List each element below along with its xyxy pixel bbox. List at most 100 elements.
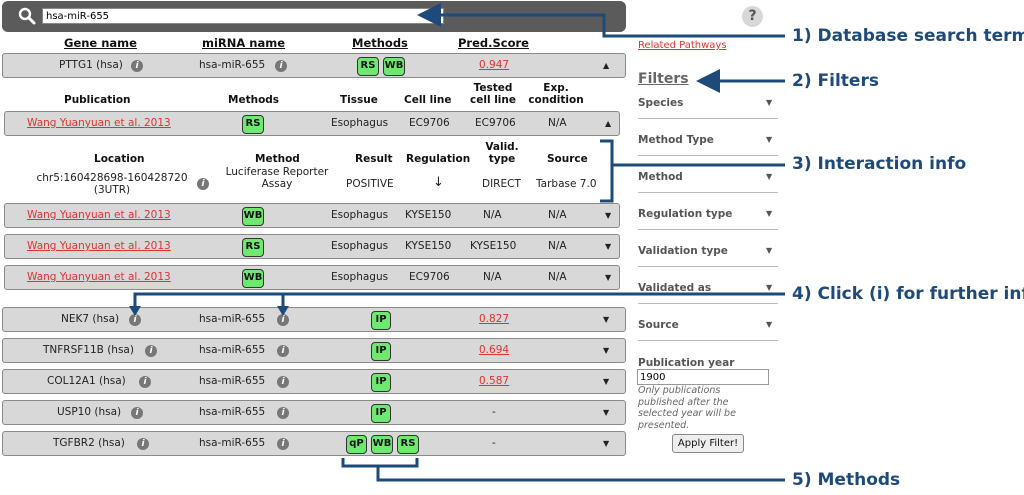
- expand-toggle-icon[interactable]: ▼: [603, 432, 609, 455]
- related-pathways-link[interactable]: Related Pathways: [638, 40, 727, 51]
- int-header-valid-type: Valid. type: [485, 141, 519, 165]
- expand-toggle-icon[interactable]: ▼: [603, 370, 609, 393]
- expand-toggle-icon[interactable]: ▼: [605, 235, 611, 258]
- chevron-down-icon: ▼: [766, 246, 773, 255]
- method-badge-wb[interactable]: WB: [242, 269, 264, 288]
- gene-row-usp10[interactable]: USP10 (hsa) i hsa-miR-655 i IP - ▼: [2, 400, 626, 425]
- method-badge-wb[interactable]: WB: [371, 435, 393, 454]
- filter-method-type[interactable]: Method Type ▼: [638, 128, 778, 156]
- mirna-info-icon[interactable]: i: [277, 376, 289, 388]
- bracket-5: [341, 458, 785, 482]
- regulation-down-arrow-icon: ↓: [433, 175, 444, 190]
- publication-link[interactable]: Wang Yuanyuan et al. 2013: [27, 266, 171, 289]
- collapse-toggle-icon[interactable]: ▲: [603, 54, 609, 77]
- gene-info-icon[interactable]: i: [131, 60, 143, 72]
- help-icon[interactable]: ?: [742, 6, 763, 27]
- gene-row-pttg1[interactable]: PTTG1 (hsa) i hsa-miR-655 i RS WB 0.947 …: [2, 53, 626, 78]
- pred-score-link[interactable]: 0.827: [479, 308, 509, 331]
- filter-validation-type[interactable]: Validation type ▼: [638, 239, 778, 267]
- method-badge-ip[interactable]: IP: [371, 311, 391, 330]
- search-input[interactable]: [42, 8, 444, 24]
- cell-line: EC9706: [409, 117, 450, 129]
- gene-info-icon[interactable]: i: [129, 314, 141, 326]
- gene-row-tgfbr2[interactable]: TGFBR2 (hsa) i hsa-miR-655 i qP WB RS - …: [2, 431, 626, 456]
- method-badge-rs[interactable]: RS: [357, 57, 379, 76]
- header-mirna-name[interactable]: miRNA name: [202, 36, 285, 50]
- filter-species[interactable]: Species ▼: [638, 91, 778, 119]
- publication-row[interactable]: Wang Yuanyuan et al. 2013 RS Esophagus E…: [4, 111, 620, 136]
- cell-line: EC9706: [409, 271, 450, 283]
- interaction-source: Tarbase 7.0: [536, 178, 597, 190]
- publication-link[interactable]: Wang Yuanyuan et al. 2013: [27, 112, 171, 135]
- gene-info-icon[interactable]: i: [145, 345, 157, 357]
- pred-score: -: [492, 406, 496, 418]
- pub-header-publication: Publication: [64, 94, 131, 106]
- tested-cell-line: EC9706: [475, 117, 516, 129]
- expand-toggle-icon[interactable]: ▼: [603, 308, 609, 331]
- method-badge-wb[interactable]: WB: [242, 207, 264, 226]
- int-header-regulation: Regulation: [406, 153, 471, 165]
- mirna-info-icon[interactable]: i: [275, 60, 287, 72]
- expand-toggle-icon[interactable]: ▼: [605, 204, 611, 227]
- header-pred-score[interactable]: Pred.Score: [458, 36, 529, 50]
- publication-row[interactable]: Wang Yuanyuan et al. 2013 WB Esophagus K…: [4, 203, 620, 228]
- method-badge-qp[interactable]: qP: [346, 435, 367, 454]
- method-badge-rs[interactable]: RS: [242, 115, 264, 134]
- filter-source[interactable]: Source ▼: [638, 313, 778, 341]
- pub-header-tissue: Tissue: [340, 94, 378, 106]
- method-badge-ip[interactable]: IP: [371, 373, 391, 392]
- pub-header-tested-cell-line: Tested cell line: [470, 82, 516, 106]
- gene-info-icon[interactable]: i: [139, 376, 151, 388]
- int-header-location: Location: [94, 153, 145, 165]
- pred-score-link[interactable]: 0.694: [479, 339, 509, 362]
- interaction-location: chr5:160428698-160428720 (3UTR): [36, 172, 188, 196]
- gene-info-icon[interactable]: i: [131, 407, 143, 419]
- expand-toggle-icon[interactable]: ▼: [603, 339, 609, 362]
- gene-row-nek7[interactable]: NEK7 (hsa) i hsa-miR-655 i IP 0.827 ▼: [2, 307, 626, 332]
- mirna-name: hsa-miR-655: [199, 437, 266, 449]
- publication-row[interactable]: Wang Yuanyuan et al. 2013 RS Esophagus K…: [4, 234, 620, 259]
- annotation-click-info: 4) Click (i) for further info: [792, 284, 1024, 304]
- pub-header-methods: Methods: [228, 94, 280, 106]
- mirna-info-icon[interactable]: i: [277, 314, 289, 326]
- int-header-source: Source: [547, 153, 588, 165]
- chevron-down-icon: ▼: [766, 98, 773, 107]
- gene-name: NEK7 (hsa): [61, 313, 120, 325]
- method-badge-rs[interactable]: RS: [397, 435, 419, 454]
- publication-link[interactable]: Wang Yuanyuan et al. 2013: [27, 204, 171, 227]
- search-icon[interactable]: [18, 7, 36, 25]
- header-methods[interactable]: Methods: [352, 36, 408, 50]
- gene-row-col12a1[interactable]: COL12A1 (hsa) i hsa-miR-655 i IP 0.587 ▼: [2, 369, 626, 394]
- expand-toggle-icon[interactable]: ▼: [605, 266, 611, 289]
- header-gene-name[interactable]: Gene name: [64, 36, 137, 50]
- pred-score-link[interactable]: 0.587: [479, 370, 509, 393]
- cell-line: KYSE150: [405, 209, 452, 221]
- publication-row[interactable]: Wang Yuanyuan et al. 2013 WB Esophagus E…: [4, 265, 620, 290]
- tissue: Esophagus: [331, 117, 389, 129]
- apply-filter-button[interactable]: Apply Filter!: [672, 434, 744, 453]
- mirna-info-icon[interactable]: i: [277, 345, 289, 357]
- filter-regulation-type[interactable]: Regulation type ▼: [638, 202, 778, 230]
- method-badge-wb[interactable]: WB: [383, 57, 405, 76]
- exp-condition: N/A: [548, 117, 567, 129]
- collapse-toggle-icon[interactable]: ▲: [605, 112, 611, 135]
- filter-validated-as[interactable]: Validated as ▼: [638, 276, 778, 304]
- interaction-result: POSITIVE: [346, 178, 394, 190]
- method-badge-rs[interactable]: RS: [242, 238, 264, 257]
- method-badge-ip[interactable]: IP: [371, 404, 391, 423]
- expand-toggle-icon[interactable]: ▼: [603, 401, 609, 424]
- int-header-method: Method: [255, 153, 300, 165]
- filter-method[interactable]: Method ▼: [638, 165, 778, 193]
- publication-year-input[interactable]: [637, 369, 769, 385]
- pred-score-link[interactable]: 0.947: [479, 54, 509, 77]
- mirna-name: hsa-miR-655: [199, 313, 266, 325]
- publication-link[interactable]: Wang Yuanyuan et al. 2013: [27, 235, 171, 258]
- mirna-info-icon[interactable]: i: [277, 407, 289, 419]
- gene-info-icon[interactable]: i: [137, 438, 149, 450]
- gene-row-tnfrsf11b[interactable]: TNFRSF11B (hsa) i hsa-miR-655 i IP 0.694…: [2, 338, 626, 363]
- method-badge-ip[interactable]: IP: [371, 342, 391, 361]
- int-header-result: Result: [355, 153, 393, 165]
- mirna-info-icon[interactable]: i: [277, 438, 289, 450]
- mirna-name: hsa-miR-655: [199, 59, 266, 71]
- location-info-icon[interactable]: i: [197, 178, 209, 190]
